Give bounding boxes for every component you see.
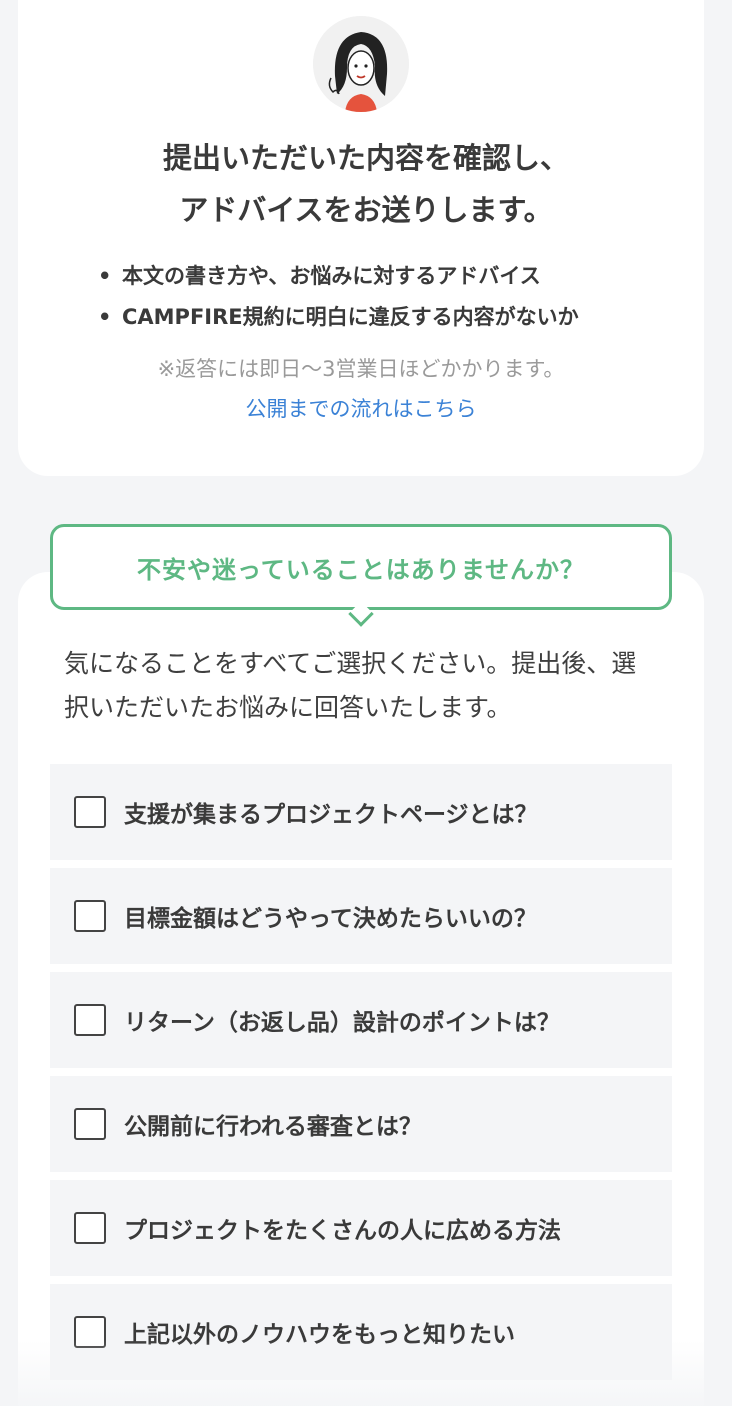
checkbox-icon[interactable] xyxy=(74,1004,106,1036)
concern-option[interactable]: 公開前に行われる審査とは？ xyxy=(50,1076,672,1172)
checkbox-icon[interactable] xyxy=(74,900,106,932)
headline-line-1: 提出いただいた内容を確認し、 xyxy=(162,141,569,175)
concern-option-label: 目標金額はどうやって決めたらいいの？ xyxy=(124,906,537,932)
survey-intro: 気になることをすべてご選択ください。提出後、選択いただいたお悩みに回答いたします… xyxy=(64,649,637,722)
headline-line-2: アドバイスをお送りします。 xyxy=(179,193,553,227)
concern-option-label: プロジェクトをたくさんの人に広める方法 xyxy=(124,1218,561,1244)
concern-option[interactable]: プロジェクトをたくさんの人に広める方法 xyxy=(50,1180,672,1276)
bullet-item: • CAMPFIRE規約に明白に違反する内容がないか xyxy=(98,297,698,338)
bullet-text: 本文の書き方や、お悩みに対するアドバイス xyxy=(122,264,541,288)
checkbox-icon[interactable] xyxy=(74,1108,106,1140)
advisor-avatar xyxy=(313,16,409,112)
publish-flow-link[interactable]: 公開までの流れはこちら xyxy=(0,392,722,426)
concern-option[interactable]: 目標金額はどうやって決めたらいいの？ xyxy=(50,868,672,964)
survey-title: 不安や迷っていることはありませんか？ xyxy=(136,555,586,584)
concern-option[interactable]: リターン（お返し品）設計のポイントは？ xyxy=(50,972,672,1068)
concern-options: 支援が集まるプロジェクトページとは？ 目標金額はどうやって決めたらいいの？ リタ… xyxy=(50,764,672,1388)
checkbox-icon[interactable] xyxy=(74,796,106,828)
concern-option-label: 公開前に行われる審査とは？ xyxy=(124,1114,422,1140)
survey-title-bubble: 不安や迷っていることはありませんか？ xyxy=(50,524,672,610)
reply-time-note: ※返答には即日〜3営業日ほどかかります。 xyxy=(157,357,565,381)
bullet-text: CAMPFIRE規約に明白に違反する内容がないか xyxy=(122,305,579,329)
advice-headline: 提出いただいた内容を確認し、 アドバイスをお送りします。 xyxy=(0,132,732,236)
concern-option[interactable]: 支援が集まるプロジェクトページとは？ xyxy=(50,764,672,860)
advice-bullet-list: • 本文の書き方や、お悩みに対するアドバイス • CAMPFIRE規約に明白に違反す… xyxy=(98,256,698,338)
checkbox-icon[interactable] xyxy=(74,1212,106,1244)
concern-option-label: 支援が集まるプロジェクトページとは？ xyxy=(124,802,538,828)
bullet-icon: • xyxy=(98,305,112,329)
concern-option-label: リターン（お返し品）設計のポイントは？ xyxy=(124,1010,560,1036)
bullet-icon: • xyxy=(98,264,112,288)
bottom-fade xyxy=(0,1340,732,1406)
bullet-item: • 本文の書き方や、お悩みに対するアドバイス xyxy=(98,256,698,297)
